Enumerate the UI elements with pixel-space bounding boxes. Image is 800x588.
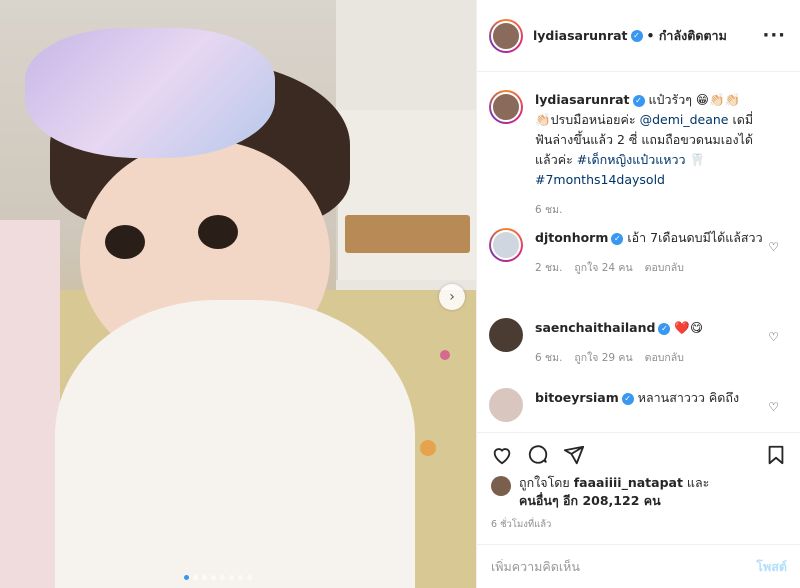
caption-text: lydiasarunrat ✓ แป๋วรัวๆ 😁👏🏻👏🏻 👏🏻ปรบมือหน… <box>535 90 763 220</box>
comment-likes[interactable]: ถูกใจ 24 คน <box>574 258 632 278</box>
verified-badge-icon: ✓ <box>658 322 671 335</box>
commenter-avatar[interactable] <box>489 228 523 262</box>
hashtag-link[interactable]: #เด็กหญิงแป๋วแหวว <box>577 152 686 167</box>
post-media[interactable] <box>0 0 476 588</box>
heart-icon[interactable]: ♡ <box>768 400 779 414</box>
post-comment-button[interactable]: โพสต์ <box>756 557 787 577</box>
adult-arm <box>0 220 60 588</box>
chevron-right-icon: › <box>449 289 455 305</box>
comment-text: saenchaithailand ✓ ❤️😋 6 ชม. ถูกใจ 29 คน … <box>535 318 763 368</box>
comment-text: djtonhorm ✓ เอ้า 7เดือนดบมีได้แล้สวว 2 ชม… <box>535 228 763 278</box>
comment-icon[interactable] <box>527 444 549 466</box>
reply-button[interactable]: ตอบกลับ <box>645 348 684 368</box>
post-panel: lydiasarunrat ✓ • กำลังติดตาม ··· lydias… <box>476 0 800 588</box>
comment-item: saenchaithailand ✓ ❤️😋 6 ชม. ถูกใจ 29 คน … <box>489 318 789 368</box>
caption-line-2: 👏🏻ปรบมือหน่อยค่ะ <box>535 112 640 127</box>
hashtag-link[interactable]: #7months14daysold <box>535 172 665 187</box>
comment-body: ❤️😋 <box>670 320 704 335</box>
verified-badge-icon: ✓ <box>632 94 645 107</box>
share-icon[interactable] <box>563 444 585 466</box>
caption-meta: 6 ชม. <box>535 200 763 220</box>
comment-text: bitoeyrsiam ✓ หลานสาววว คิดถึง <box>535 388 763 422</box>
verified-badge-icon: ✓ <box>630 29 643 42</box>
likes-count[interactable]: คนอื่นๆ อีก 208,122 คน <box>519 493 661 508</box>
comment-item: djtonhorm ✓ เอ้า 7เดือนดบมีได้แล้สวว 2 ชม… <box>489 228 789 278</box>
comments-list[interactable]: lydiasarunrat ✓ แป๋วรัวๆ 😁👏🏻👏🏻 👏🏻ปรบมือหน… <box>477 72 800 432</box>
comment-item: bitoeyrsiam ✓ หลานสาววว คิดถึง ♡ <box>489 388 789 422</box>
carousel-dot <box>247 575 252 580</box>
carousel-indicator <box>184 575 252 580</box>
bookmark-icon[interactable] <box>765 444 787 466</box>
comment-input[interactable] <box>491 559 757 574</box>
caption-username[interactable]: lydiasarunrat <box>535 92 630 107</box>
heart-icon[interactable]: ♡ <box>768 330 779 344</box>
carousel-dot <box>229 575 234 580</box>
comment-body: เอ้า 7เดือนดบมีได้แล้สวว <box>623 230 763 245</box>
comment-time[interactable]: 2 ชม. <box>535 258 562 278</box>
liker-avatar[interactable] <box>491 476 511 496</box>
caption-avatar[interactable] <box>489 90 523 124</box>
hair-bow <box>25 28 275 158</box>
baby-bib <box>55 300 415 588</box>
caption: lydiasarunrat ✓ แป๋วรัวๆ 😁👏🏻👏🏻 👏🏻ปรบมือหน… <box>489 90 789 220</box>
heart-icon[interactable]: ♡ <box>768 240 779 254</box>
likes-summary: ถูกใจโดย faaaiiii_natapat และ คนอื่นๆ อี… <box>491 474 791 510</box>
comment-username[interactable]: bitoeyrsiam <box>535 390 619 405</box>
verified-badge-icon: ✓ <box>611 232 624 245</box>
likes-suffix: และ <box>682 475 710 490</box>
carousel-dot <box>238 575 243 580</box>
next-slide-button[interactable]: › <box>439 284 465 310</box>
post-actions <box>477 432 800 476</box>
mention-link[interactable]: @demi_deane <box>640 112 729 127</box>
verified-badge-icon: ✓ <box>621 392 634 405</box>
comment-username[interactable]: saenchaithailand <box>535 320 655 335</box>
post-header: lydiasarunrat ✓ • กำลังติดตาม ··· <box>477 0 800 72</box>
comment-username[interactable]: djtonhorm <box>535 230 608 245</box>
reply-button[interactable]: ตอบกลับ <box>645 258 684 278</box>
post-timestamp[interactable]: 6 ชั่วโมงที่แล้ว <box>491 517 551 532</box>
commenter-avatar[interactable] <box>489 318 523 352</box>
likes-prefix: ถูกใจโดย <box>519 475 574 490</box>
author-avatar[interactable] <box>489 18 523 53</box>
comment-meta: 2 ชม. ถูกใจ 24 คน ตอบกลับ <box>535 258 763 278</box>
carousel-dot <box>211 575 216 580</box>
carousel-dot <box>193 575 198 580</box>
heart-icon[interactable] <box>491 444 513 466</box>
carousel-dot <box>202 575 207 580</box>
background-cabinet <box>336 110 476 280</box>
liker-username[interactable]: faaaiiii_natapat <box>574 475 683 490</box>
more-options-icon[interactable]: ··· <box>762 25 786 46</box>
following-button[interactable]: • กำลังติดตาม <box>647 26 727 46</box>
add-comment-bar: โพสต์ <box>477 544 800 588</box>
carousel-dot <box>184 575 189 580</box>
commenter-avatar[interactable] <box>489 388 523 422</box>
carousel-dot <box>220 575 225 580</box>
comment-likes[interactable]: ถูกใจ 29 คน <box>574 348 632 368</box>
caption-time[interactable]: 6 ชม. <box>535 200 562 220</box>
caption-line-1: แป๋วรัวๆ 😁👏🏻👏🏻 <box>648 92 741 107</box>
author-username[interactable]: lydiasarunrat <box>533 28 628 43</box>
comment-meta: 6 ชม. ถูกใจ 29 คน ตอบกลับ <box>535 348 763 368</box>
tooth-emoji: 🦷 <box>685 152 706 167</box>
comment-time[interactable]: 6 ชม. <box>535 348 562 368</box>
comment-body: หลานสาววว คิดถึง <box>633 390 740 405</box>
background-drawer <box>345 215 470 253</box>
